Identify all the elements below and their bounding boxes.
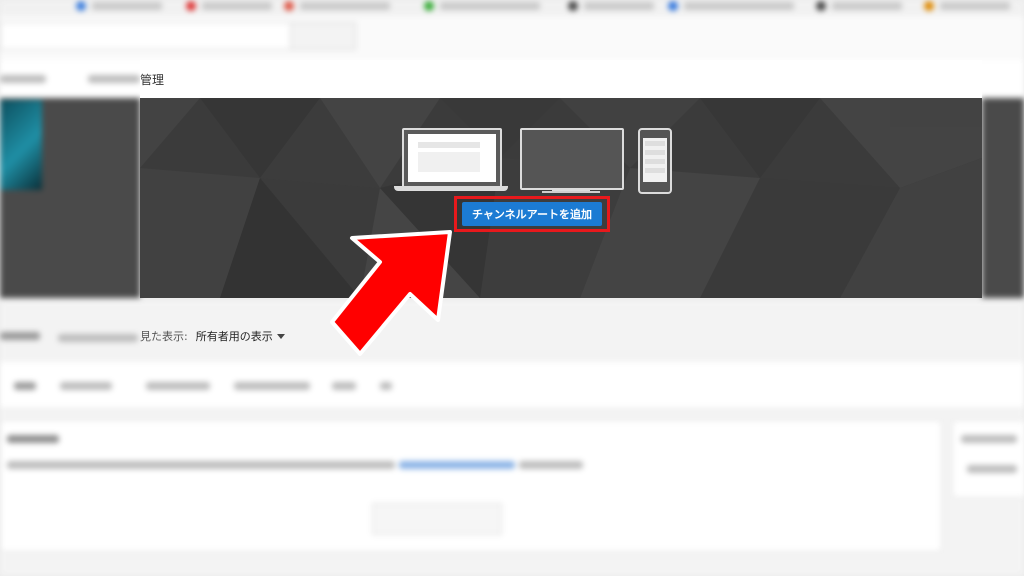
bookmark-icon bbox=[424, 1, 434, 11]
bookmark-item[interactable] bbox=[202, 2, 272, 10]
bookmark-icon bbox=[668, 1, 678, 11]
phone-screen bbox=[643, 138, 667, 182]
caret-down-icon bbox=[276, 333, 285, 339]
channel-avatar[interactable] bbox=[0, 100, 42, 190]
banner-edge-right bbox=[982, 98, 1024, 298]
nav-tab[interactable] bbox=[380, 382, 392, 390]
view-as-row: 見た表示: 所有者用の表示 bbox=[140, 326, 285, 346]
phone-content bbox=[645, 150, 665, 155]
tv-foot bbox=[542, 191, 600, 193]
laptop-content bbox=[418, 142, 480, 148]
manage-link[interactable]: 管理 bbox=[140, 71, 164, 88]
bookmark-icon bbox=[284, 1, 294, 11]
bookmark-item[interactable] bbox=[300, 2, 390, 10]
bookmark-item[interactable] bbox=[940, 2, 1010, 10]
screenshot-stage: 管理 チャンネルアートを追加 見た表示: 所有者用の表示 bbox=[0, 0, 1024, 576]
laptop-base bbox=[394, 186, 508, 191]
bookmark-item[interactable] bbox=[584, 2, 654, 10]
channel-name bbox=[0, 332, 40, 340]
bookmark-item[interactable] bbox=[440, 2, 540, 10]
channel-nav-row bbox=[0, 362, 1024, 409]
channel-header-panel: 管理 チャンネルアートを追加 bbox=[140, 60, 982, 300]
channel-art-banner: チャンネルアートを追加 bbox=[140, 98, 982, 298]
bookmarks-bar bbox=[0, 0, 1024, 16]
phone-icon bbox=[638, 128, 672, 194]
header-tab-row: 管理 bbox=[140, 60, 982, 99]
search-button[interactable] bbox=[290, 22, 356, 50]
bookmark-icon bbox=[76, 1, 86, 11]
phone-content bbox=[645, 168, 665, 173]
nav-tab[interactable] bbox=[14, 382, 36, 390]
bookmark-icon bbox=[924, 1, 934, 11]
phone-content bbox=[645, 141, 665, 146]
laptop-screen bbox=[408, 134, 496, 182]
nav-tab[interactable] bbox=[332, 382, 356, 390]
card-description bbox=[519, 461, 583, 469]
add-channel-art-button[interactable]: チャンネルアートを追加 bbox=[462, 202, 602, 226]
side-card bbox=[952, 420, 1024, 498]
view-as-label: 見た表示: bbox=[140, 330, 188, 343]
bookmark-icon bbox=[568, 1, 578, 11]
bookmark-icon bbox=[186, 1, 196, 11]
card-link[interactable] bbox=[399, 461, 515, 469]
view-as-value: 所有者用の表示 bbox=[195, 330, 273, 343]
search-input[interactable] bbox=[0, 22, 292, 50]
tab-item[interactable] bbox=[0, 75, 46, 83]
nav-tab[interactable] bbox=[234, 382, 310, 390]
card-heading bbox=[7, 435, 59, 443]
tv-icon bbox=[520, 128, 624, 190]
view-as-select[interactable]: 所有者用の表示 bbox=[196, 328, 285, 344]
bookmark-icon bbox=[816, 1, 826, 11]
side-card-item[interactable] bbox=[967, 465, 1017, 473]
nav-tab[interactable] bbox=[60, 382, 112, 390]
tab-item[interactable] bbox=[88, 75, 140, 83]
side-card-heading bbox=[961, 435, 1017, 443]
bookmark-item[interactable] bbox=[684, 2, 794, 10]
bookmark-item[interactable] bbox=[92, 2, 162, 10]
channel-meta bbox=[58, 334, 138, 342]
card-description bbox=[7, 461, 395, 469]
laptop-content bbox=[418, 152, 480, 172]
bookmark-item[interactable] bbox=[832, 2, 902, 10]
phone-content bbox=[645, 159, 665, 164]
nav-tab[interactable] bbox=[146, 382, 210, 390]
card-action-button[interactable] bbox=[372, 503, 502, 535]
laptop-icon bbox=[402, 128, 502, 188]
